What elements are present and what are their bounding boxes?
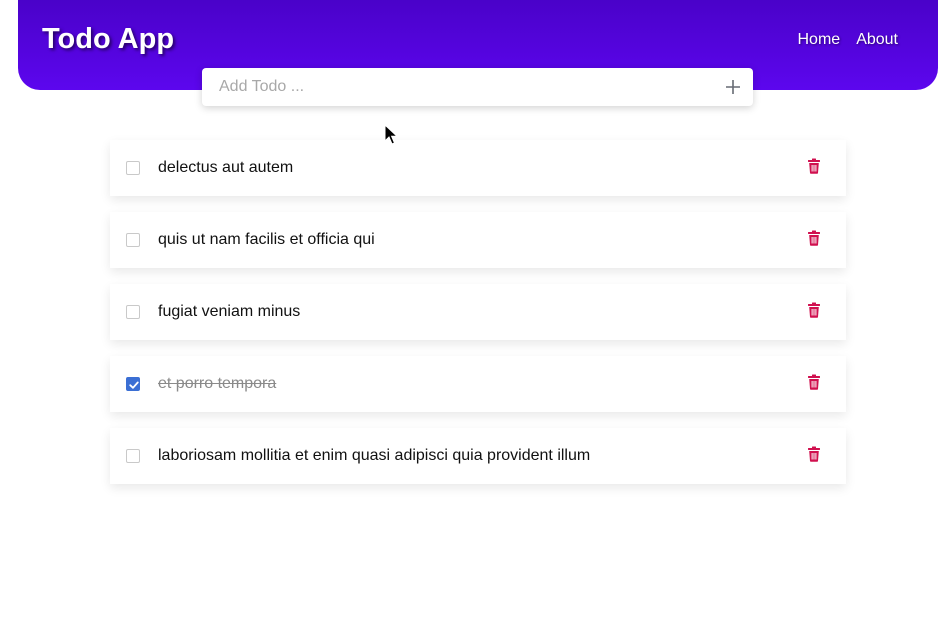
trash-icon[interactable] [807,446,821,462]
plus-icon [726,80,740,94]
add-todo-form [202,68,753,106]
trash-icon[interactable] [807,302,821,318]
add-todo-button[interactable] [713,68,753,106]
todo-item: delectus aut autem [110,140,846,196]
todo-checkbox[interactable] [126,161,140,175]
todo-checkbox[interactable] [126,449,140,463]
todo-text: delectus aut autem [158,159,294,176]
trash-icon[interactable] [807,374,821,390]
todo-item: et porro tempora [110,356,846,412]
todo-checkbox[interactable] [126,305,140,319]
check-icon [129,381,139,389]
todo-text: laboriosam mollitia et enim quasi adipis… [158,447,591,464]
todo-item: fugiat veniam minus [110,284,846,340]
app-title: Todo App [42,23,175,55]
trash-icon[interactable] [807,158,821,174]
nav-about-link[interactable]: About [856,31,898,49]
todo-item: quis ut nam facilis et officia qui [110,212,846,268]
todo-item: laboriosam mollitia et enim quasi adipis… [110,428,846,484]
nav-home-link[interactable]: Home [798,31,841,49]
trash-icon[interactable] [807,230,821,246]
add-todo-input[interactable] [202,68,713,106]
todo-text: fugiat veniam minus [158,303,301,320]
top-nav: Home About [798,31,899,49]
mouse-cursor-icon [384,124,398,145]
todo-checkbox[interactable] [126,233,140,247]
todo-list: delectus aut autem quis ut nam facilis e… [110,140,846,500]
todo-checkbox[interactable] [126,377,140,391]
todo-text: et porro tempora [158,375,277,392]
todo-text: quis ut nam facilis et officia qui [158,231,375,248]
